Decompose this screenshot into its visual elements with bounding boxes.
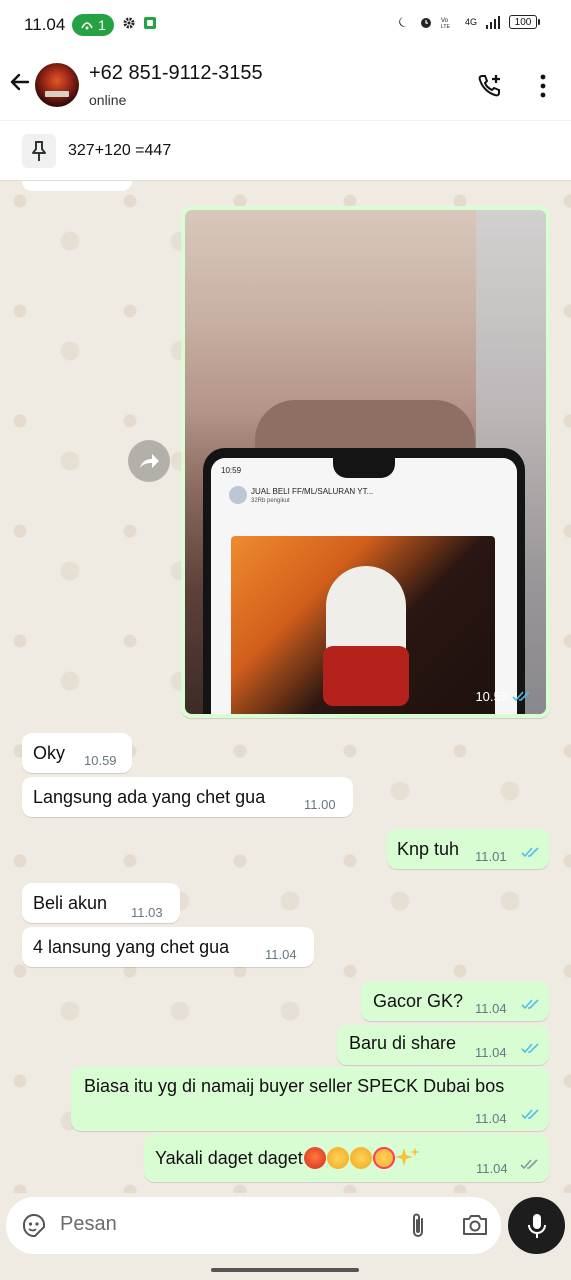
photo-channel-followers: 32Rb pengikut [251, 498, 290, 504]
message-time: 11.04 [476, 1161, 508, 1176]
message-bubble[interactable]: Beli akun 11.03 [22, 883, 180, 923]
message-text: Knp tuh [397, 839, 460, 859]
message-time: 11.00 [304, 797, 336, 812]
photo-screen-time: 10:59 [221, 466, 242, 475]
read-ticks-icon [521, 1043, 539, 1054]
more-options-icon[interactable] [534, 72, 552, 100]
svg-text:LTE: LTE [441, 24, 450, 29]
message-text: Gacor GK? [373, 991, 464, 1011]
message-text: Beli akun [33, 893, 108, 913]
message-bubble[interactable]: Yakali daget daget 11.04 [144, 1134, 549, 1182]
cat-joy-emoji [349, 1147, 372, 1169]
message-text: Yakali daget daget [155, 1148, 303, 1168]
message-time: 11.03 [131, 905, 163, 920]
message-bubble[interactable]: Langsung ada yang chet gua 11.00 [22, 777, 353, 817]
smiling-hearts-emoji [372, 1147, 395, 1169]
network-type: 4G [464, 17, 477, 27]
hot-face-emoji [303, 1147, 326, 1169]
read-ticks-icon [521, 847, 539, 858]
signal-icon [486, 16, 500, 29]
pinned-message-bar[interactable]: 327+120 =447 [0, 120, 571, 181]
sticker-icon[interactable] [20, 1212, 48, 1240]
alarm-icon [420, 18, 431, 28]
back-arrow-icon[interactable] [8, 70, 32, 94]
contact-avatar[interactable] [35, 63, 79, 107]
message-bubble[interactable]: Oky 10.59 [22, 733, 132, 773]
battery-level: 100 [514, 16, 532, 28]
forward-button[interactable] [128, 440, 170, 482]
chat-area[interactable]: 10:59 JUAL BELI FF/ML/SALURAN YT... 32Rb… [0, 181, 571, 1193]
status-right: Vo LTE 4G 100 [397, 15, 540, 29]
battery-icon: 100 [509, 15, 540, 29]
gear-icon [123, 17, 135, 29]
message-time: 10.59 [84, 753, 117, 768]
microphone-icon [527, 1213, 546, 1238]
partial-message [22, 181, 132, 191]
contact-name[interactable]: +62 851-9112-3155 [89, 62, 263, 85]
app-notification-icon [144, 17, 156, 29]
home-indicator[interactable] [211, 1268, 359, 1272]
cat-joy-emoji [326, 1147, 349, 1169]
message-text: Oky [33, 743, 66, 763]
message-bubble[interactable]: Baru di share 11.04 [337, 1025, 549, 1065]
pinned-text: 327+120 =447 [68, 142, 172, 159]
message-text: 4 lansung yang chet gua [33, 937, 230, 957]
read-ticks-icon [512, 691, 530, 702]
status-bar: 11.04 1 Vo LTE 4G 100 [0, 0, 571, 50]
message-text: Baru di share [349, 1033, 457, 1053]
add-call-icon[interactable] [476, 72, 504, 100]
forward-icon [140, 454, 159, 468]
sparkles-icon [394, 1147, 420, 1166]
call-pill-count: 1 [98, 17, 106, 33]
camera-icon[interactable] [461, 1212, 489, 1238]
chat-header: +62 851-9112-3155 online [0, 50, 571, 120]
message-text: Biasa itu yg di namaij buyer seller SPEC… [84, 1076, 505, 1096]
moon-icon [399, 17, 407, 27]
message-time: 11.01 [475, 849, 507, 864]
pin-icon [22, 134, 56, 168]
photo-channel-name: JUAL BELI FF/ML/SALURAN YT... [251, 487, 374, 496]
contact-status: online [89, 92, 127, 108]
read-ticks-icon [521, 1109, 539, 1120]
call-pill[interactable]: 1 [72, 14, 114, 36]
message-time: 11.04 [475, 1045, 507, 1060]
status-time: 11.04 [24, 15, 66, 34]
hotspot-icon [81, 22, 93, 30]
navigation-bar [0, 1254, 571, 1280]
message-input-bar[interactable]: Pesan [6, 1197, 501, 1254]
read-ticks-icon [521, 999, 539, 1010]
message-time: 11.04 [475, 1001, 507, 1016]
photo-phone: 10:59 JUAL BELI FF/ML/SALURAN YT... 32Rb… [203, 448, 525, 714]
image-message[interactable]: 10:59 JUAL BELI FF/ML/SALURAN YT... 32Rb… [181, 206, 550, 718]
voice-record-button[interactable] [508, 1197, 565, 1254]
message-bubble[interactable]: 4 lansung yang chet gua 11.04 [22, 927, 314, 967]
volte-icon: VoLTE [441, 18, 450, 29]
message-time: 11.04 [265, 947, 297, 962]
message-photo[interactable]: 10:59 JUAL BELI FF/ML/SALURAN YT... 32Rb… [185, 210, 546, 714]
message-bubble[interactable]: Biasa itu yg di namaij buyer seller SPEC… [71, 1067, 549, 1131]
message-bubble[interactable]: Gacor GK? 11.04 [361, 981, 549, 1021]
message-input[interactable]: Pesan [60, 1213, 117, 1236]
attach-icon[interactable] [408, 1211, 428, 1241]
delivered-ticks-icon [520, 1159, 538, 1170]
message-text: Langsung ada yang chet gua [33, 787, 266, 807]
message-time: 11.04 [475, 1111, 507, 1126]
image-time: 10.59 [475, 689, 508, 704]
message-bubble[interactable]: Knp tuh 11.01 [387, 829, 549, 869]
